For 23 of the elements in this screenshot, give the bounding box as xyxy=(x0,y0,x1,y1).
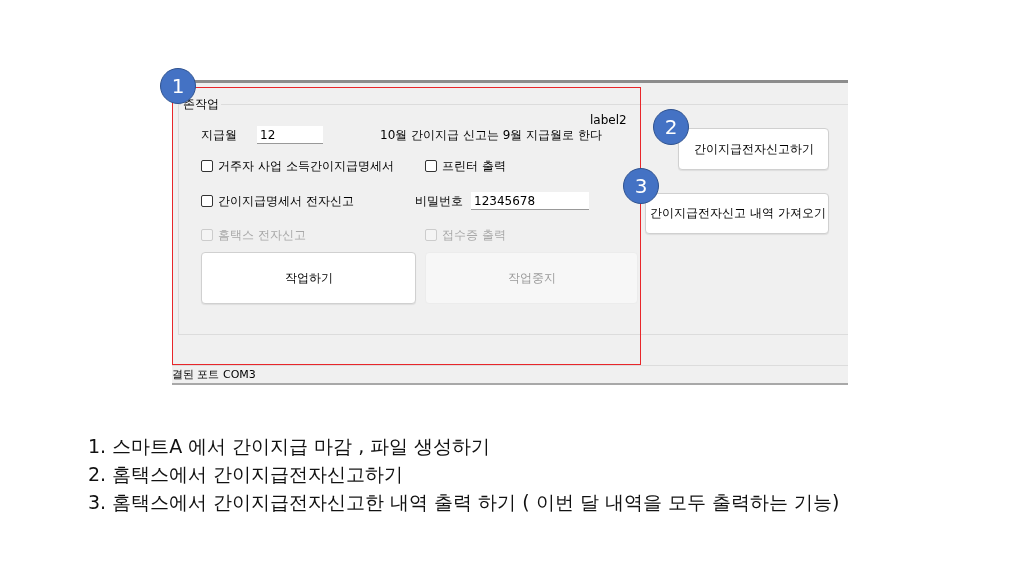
action-button[interactable]: 작업하기 xyxy=(201,252,416,304)
checkbox[interactable] xyxy=(425,160,437,172)
field-label: 비밀번호 xyxy=(415,192,464,210)
month-field[interactable]: 12 xyxy=(257,126,323,144)
note-line: 2. 홈택스에서 간이지급전자신고하기 xyxy=(88,462,405,487)
checkbox-label: 간이지급명세서 전자신고 xyxy=(218,192,354,210)
checkbox[interactable] xyxy=(201,160,213,172)
notice-text: 10월 간이지급 신고는 9월 지급월로 한다 xyxy=(380,126,602,144)
callout-badge: 2 xyxy=(653,109,689,145)
label-text: label2 xyxy=(590,113,627,127)
note-line: 3. 홈택스에서 간이지급전자신고한 내역 출력 하기 ( 이번 달 내역을 모두 출력하는 기능) xyxy=(88,490,841,515)
password-field[interactable]: 12345678 xyxy=(471,192,589,210)
action-button[interactable]: 간이지급전자신고 내역 가져오기 xyxy=(645,193,829,234)
checkbox-label: 거주자 사업 소득간이지급명세서 xyxy=(218,157,394,175)
callout-badge: 3 xyxy=(623,168,659,204)
field-label: 지급월 xyxy=(201,126,238,144)
status-text: 결된 포트 COM3 xyxy=(172,365,848,383)
action-button[interactable]: 간이지급전자신고하기 xyxy=(678,128,829,170)
checkbox-label: 접수증 출력 xyxy=(442,226,506,244)
note-line: 1. 스마트A 에서 간이지급 마감 , 파일 생성하기 xyxy=(88,434,492,459)
checkbox-label: 프린터 출력 xyxy=(442,157,506,175)
checkbox[interactable] xyxy=(201,195,213,207)
checkbox-label: 홈택스 전자신고 xyxy=(218,226,306,244)
